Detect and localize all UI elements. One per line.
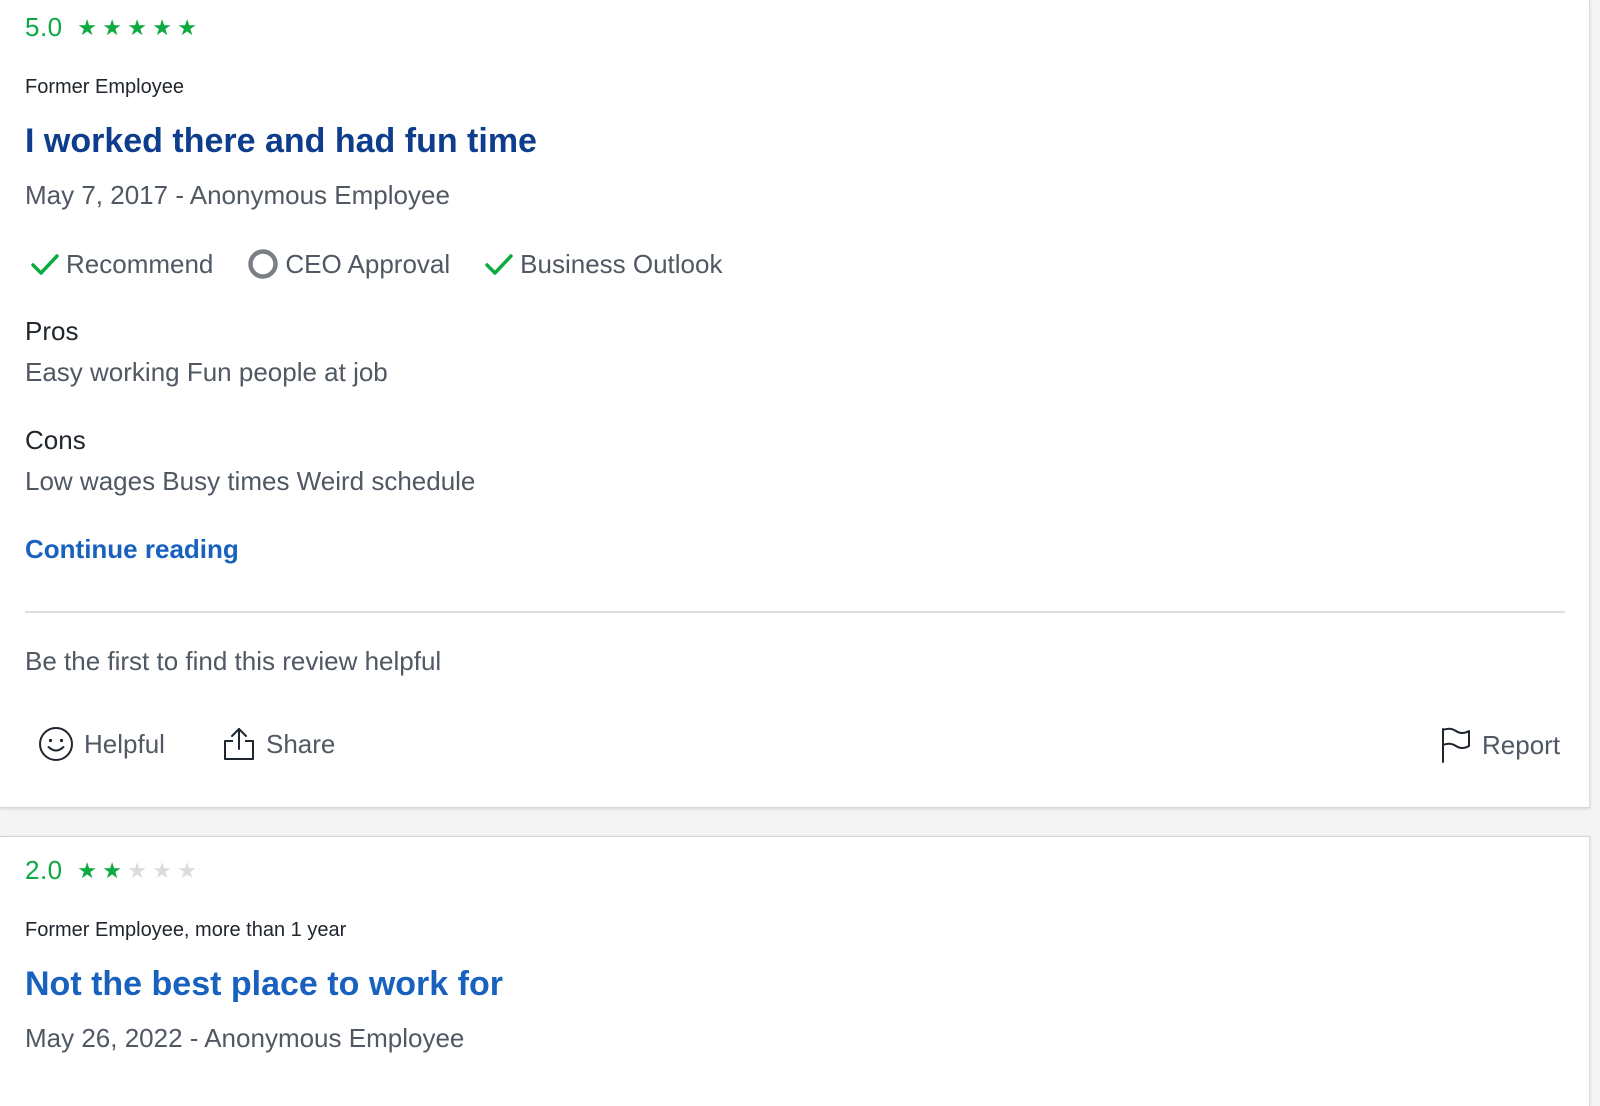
review-title-link[interactable]: Not the best place to work for <box>25 965 503 1004</box>
star-empty-icon: ★ <box>152 857 173 883</box>
share-button[interactable]: Share <box>222 726 335 762</box>
continue-reading-link[interactable]: Continue reading <box>25 534 239 565</box>
star-rating: ★ ★ ★ ★ ★ <box>75 857 200 883</box>
review-card: 5.0 ★ ★ ★ ★ ★ Former Employee I worked there… <box>0 0 1590 808</box>
employee-status: Former Employee, more than 1 year <box>25 919 347 941</box>
star-filled-icon: ★ <box>77 857 98 883</box>
star-filled-icon: ★ <box>177 14 198 40</box>
review-title-link[interactable]: I worked there and had fun time <box>25 122 537 161</box>
rating-value: 2.0 <box>25 855 63 885</box>
review-date-author: May 26, 2022 - Anonymous Employee <box>25 1023 465 1053</box>
indicator-ceo-approval: CEO Approval <box>247 248 450 280</box>
indicator-label: Recommend <box>66 248 214 279</box>
check-icon <box>484 249 514 279</box>
star-empty-icon: ★ <box>127 857 148 883</box>
share-label: Share <box>266 728 336 759</box>
employee-status: Former Employee <box>25 76 184 98</box>
star-filled-icon: ★ <box>127 14 148 40</box>
star-rating: ★ ★ ★ ★ ★ <box>75 14 200 40</box>
check-icon <box>30 249 60 279</box>
pros-label: Pros <box>25 316 79 346</box>
star-empty-icon: ★ <box>177 857 198 883</box>
rating-row: 2.0 ★ ★ ★ ★ ★ <box>25 855 200 886</box>
report-button[interactable]: Report <box>1440 726 1560 764</box>
star-filled-icon: ★ <box>102 14 123 40</box>
rating-row: 5.0 ★ ★ ★ ★ ★ <box>25 12 200 43</box>
helpful-label: Helpful <box>84 728 165 759</box>
helpful-button[interactable]: Helpful <box>38 726 165 762</box>
report-label: Report <box>1482 729 1561 760</box>
smiley-icon <box>38 726 74 762</box>
star-filled-icon: ★ <box>152 14 173 40</box>
rating-value: 5.0 <box>25 12 63 42</box>
indicator-business-outlook: Business Outlook <box>484 249 722 280</box>
star-filled-icon: ★ <box>102 857 123 883</box>
helpful-prompt: Be the first to find this review helpful <box>25 646 442 676</box>
pros-text: Easy working Fun people at job <box>25 357 388 387</box>
review-indicators: Recommend CEO Approval Business Outlook <box>30 248 756 280</box>
indicator-label: Business Outlook <box>520 248 723 279</box>
divider <box>25 611 1565 613</box>
indicator-recommend: Recommend <box>30 249 213 280</box>
circle-icon <box>247 248 279 280</box>
cons-text: Low wages Busy times Weird schedule <box>25 466 476 496</box>
indicator-label: CEO Approval <box>285 248 451 279</box>
cons-label: Cons <box>25 425 86 455</box>
review-card: 2.0 ★ ★ ★ ★ ★ Former Employee, more than 1 y… <box>0 836 1590 1106</box>
review-date-author: May 7, 2017 - Anonymous Employee <box>25 180 450 210</box>
star-filled-icon: ★ <box>77 14 98 40</box>
share-icon <box>222 726 256 762</box>
flag-icon <box>1440 726 1472 764</box>
